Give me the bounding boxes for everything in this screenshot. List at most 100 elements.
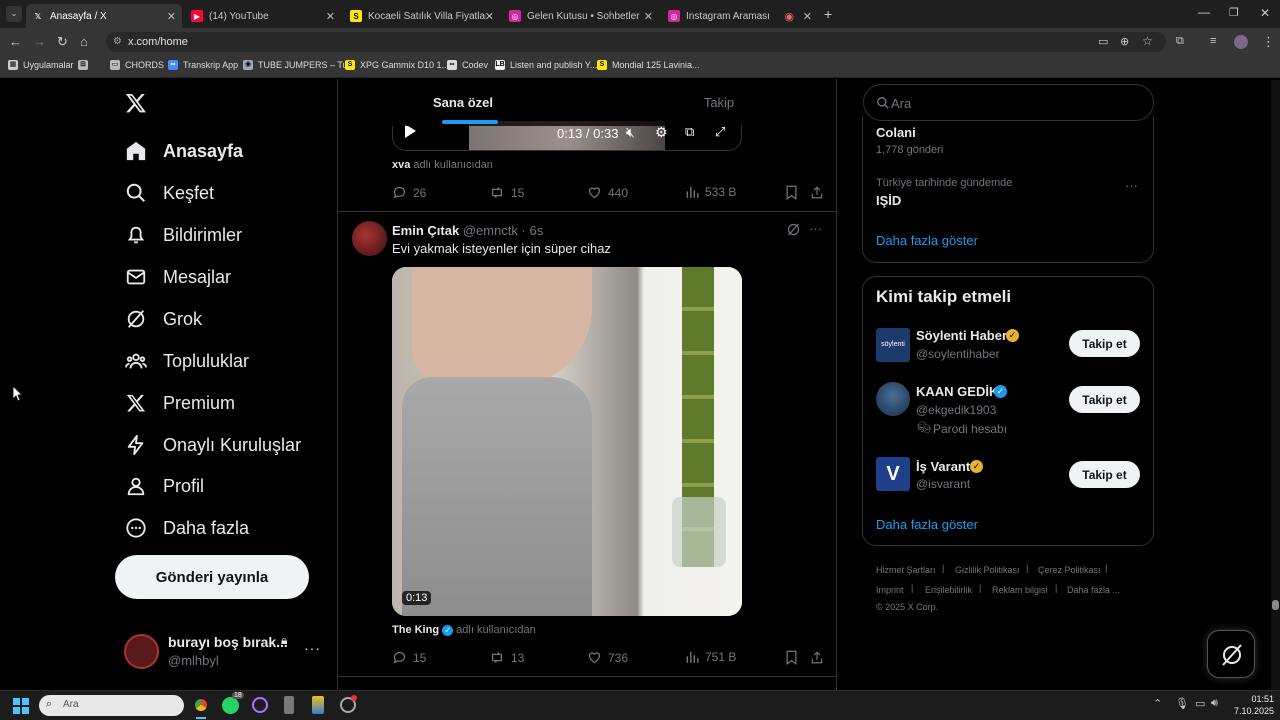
play-icon[interactable] <box>405 124 416 138</box>
more-icon[interactable]: ··· <box>1125 178 1138 193</box>
forward-icon[interactable]: → <box>33 34 46 49</box>
like-button[interactable]: 736 <box>587 650 628 665</box>
bookmark-chords[interactable]: ▭ CHORDS <box>110 60 164 70</box>
like-button[interactable]: 440 <box>587 185 628 200</box>
retweet-button[interactable]: 13 <box>489 650 524 665</box>
views-button[interactable]: 751 B <box>685 650 736 664</box>
chrome-icon[interactable] <box>192 696 210 714</box>
follow-button[interactable]: Takip et <box>1069 386 1140 413</box>
sidebar-item-premium[interactable]: Premium <box>124 386 235 420</box>
mute-icon[interactable]: 🔇︎ <box>626 124 635 141</box>
speaker-icon[interactable]: 🔊︎ <box>1211 697 1218 710</box>
tray-chevron-icon[interactable]: ⌃ <box>1153 697 1162 710</box>
app-icon[interactable] <box>284 696 294 714</box>
footer-link[interactable]: Imprint <box>876 585 904 595</box>
sidebar-item-profile[interactable]: Profil <box>124 469 204 503</box>
share-button[interactable] <box>810 650 830 665</box>
tab-for-you[interactable]: Sana özel <box>338 79 588 126</box>
footer-link[interactable]: Gizlilik Politikası <box>955 565 1020 575</box>
fullscreen-icon[interactable]: ⤢ <box>715 124 725 140</box>
tab-instagram-search[interactable]: ◎ Instagram Araması ◉ ✕ <box>662 4 818 28</box>
sidebar-item-messages[interactable]: Mesajlar <box>124 260 231 294</box>
close-icon[interactable]: ✕ <box>803 10 812 23</box>
more-icon[interactable]: ··· <box>809 221 822 236</box>
media-icon[interactable]: ≡ <box>1210 35 1216 47</box>
footer-link[interactable]: Erişilebilirlik <box>925 585 972 595</box>
scrollbar[interactable] <box>1271 80 1280 690</box>
footer-link[interactable]: Hizmet Şartları <box>876 565 936 575</box>
app-icon[interactable] <box>312 696 324 714</box>
tweet-time[interactable]: · 6s <box>522 223 544 238</box>
reply-button[interactable]: 15 <box>392 650 426 665</box>
taskbar-search[interactable]: ⌕ Ara <box>39 695 184 716</box>
bookmark-mondial[interactable]: S Mondial 125 Lavinia... <box>597 60 700 70</box>
trend-item[interactable]: Türkiye tarihinde gündemde IŞİD ··· <box>863 172 1153 214</box>
account-switcher[interactable]: burayı boş bırak... 🔒︎ @mlhbyl ··· <box>124 632 324 670</box>
bookmark-listen[interactable]: LB Listen and publish Y... <box>495 60 597 70</box>
sidebar-item-verified-orgs[interactable]: Onaylı Kuruluşlar <box>124 428 301 462</box>
post-button[interactable]: Gönderi yayınla <box>115 555 309 599</box>
new-tab-button[interactable]: + <box>824 6 832 22</box>
caption-user[interactable]: The King <box>392 624 439 636</box>
tab-instagram-inbox[interactable]: ◎ Gelen Kutusu • Sohbetler ✕ <box>503 4 659 28</box>
tab-following[interactable]: Takip <box>588 79 836 126</box>
tab-youtube[interactable]: ▶ (14) YouTube ✕ <box>185 4 341 28</box>
clock-time[interactable]: 01:51 <box>1240 694 1274 704</box>
sidebar-item-explore[interactable]: Keşfet <box>124 176 214 210</box>
minimize-button[interactable]: — <box>1198 5 1210 19</box>
close-icon[interactable]: ✕ <box>644 10 653 23</box>
reply-button[interactable]: 26 <box>392 185 426 200</box>
whatsapp-icon[interactable] <box>222 697 239 714</box>
caption-user[interactable]: xva <box>392 159 410 171</box>
sidebar-item-home[interactable]: Anasayfa <box>124 134 243 168</box>
close-window-button[interactable]: ✕ <box>1260 6 1270 20</box>
cast-icon[interactable]: ▭ <box>1098 35 1108 48</box>
avatar[interactable] <box>352 221 387 256</box>
tweet-author-handle[interactable]: @emnctk <box>463 223 518 238</box>
grok-icon[interactable] <box>786 222 801 242</box>
close-icon[interactable]: ✕ <box>326 10 335 23</box>
reload-icon[interactable]: ↻ <box>57 34 68 50</box>
scrollbar-thumb[interactable] <box>1272 600 1279 610</box>
tab-search-button[interactable]: ⌄ <box>6 6 22 22</box>
zoom-icon[interactable]: ⊕ <box>1120 35 1129 48</box>
bookmark-star-icon[interactable]: ☆ <box>1142 34 1153 48</box>
tweet-video[interactable]: 0:13 <box>392 267 742 616</box>
microphone-icon[interactable]: 🎙︎ <box>1175 697 1189 710</box>
sidebar-item-communities[interactable]: Topluluklar <box>124 344 249 378</box>
footer-link[interactable]: Reklam bilgisi <box>992 585 1048 595</box>
display-icon[interactable]: ▭ <box>1195 697 1205 710</box>
back-icon[interactable]: ← <box>9 34 22 49</box>
home-browser-icon[interactable]: ⌂ <box>80 34 88 49</box>
footer-link[interactable]: Çerez Politikası <box>1038 565 1101 575</box>
tab-sahibinden[interactable]: S Kocaeli Satılık Villa Fiyatları ve ✕ <box>344 4 500 28</box>
tweet-author-name[interactable]: Emin Çıtak <box>392 223 459 238</box>
url-field[interactable]: ⚙ x.com/home <box>106 32 1166 52</box>
footer-link[interactable]: Daha fazla ... <box>1067 585 1120 595</box>
tab-home[interactable]: 𝕏 Anasayfa / X ✕ <box>26 4 182 28</box>
pip-icon[interactable]: ⧉ <box>685 124 694 140</box>
bookmark-grid[interactable]: ⊞ <box>78 60 93 70</box>
sidebar-item-grok[interactable]: Grok <box>124 302 202 336</box>
windows-start-icon[interactable] <box>13 698 29 714</box>
close-icon[interactable]: ✕ <box>167 10 176 23</box>
bookmark-button[interactable] <box>785 185 804 200</box>
bookmark-tube-jumpers[interactable]: ◉ TUBE JUMPERS – Tu... <box>243 60 355 70</box>
site-info-icon[interactable]: ⚙ <box>113 32 122 52</box>
clock-date[interactable]: 7.10.2025 <box>1226 706 1274 716</box>
extensions-icon[interactable]: ⧉ <box>1176 35 1184 48</box>
x-logo-icon[interactable] <box>125 92 147 114</box>
bookmark-xpg[interactable]: S XPG Gammix D10 1... <box>345 60 449 70</box>
share-button[interactable] <box>810 185 830 200</box>
grok-floating-button[interactable] <box>1207 630 1255 678</box>
views-button[interactable]: 533 B <box>685 185 736 199</box>
bookmark-button[interactable] <box>785 650 804 665</box>
retweet-button[interactable]: 15 <box>489 185 524 200</box>
sidebar-item-more[interactable]: Daha fazla <box>124 511 249 545</box>
follow-button[interactable]: Takip et <box>1069 461 1140 488</box>
show-more-link[interactable]: Daha fazla göster <box>876 517 978 532</box>
bookmark-codev[interactable]: ∞ Codev <box>447 60 488 70</box>
settings-icon[interactable]: ⚙ <box>655 124 668 141</box>
close-icon[interactable]: ✕ <box>485 10 494 23</box>
sidebar-item-notifications[interactable]: Bildirimler <box>124 218 242 252</box>
